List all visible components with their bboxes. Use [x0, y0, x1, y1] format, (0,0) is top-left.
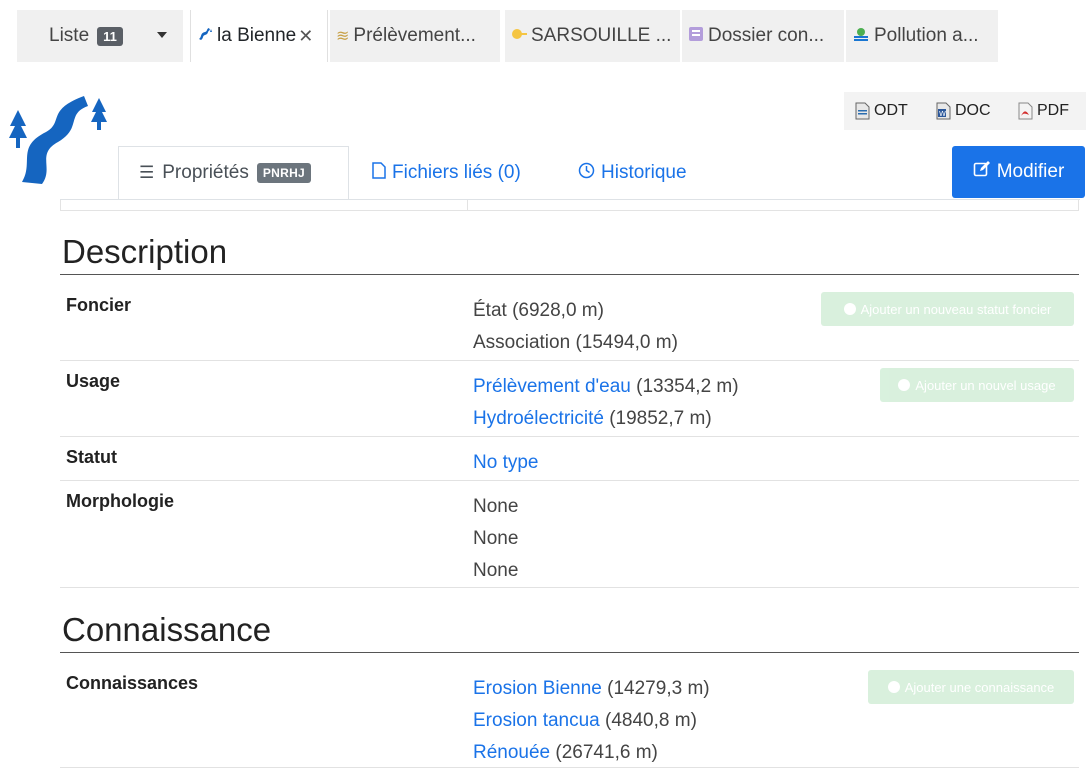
tab-pollution-label: Pollution a... [874, 25, 979, 46]
description-title: Description [62, 233, 228, 270]
export-odt-label: ODT [874, 102, 908, 119]
tab-fichiers-lies[interactable]: Fichiers liés (0) [372, 146, 521, 200]
export-odt-button[interactable]: ODT [854, 93, 908, 129]
modify-label: Modifier [996, 161, 1065, 182]
tab-historique[interactable]: Historique [578, 146, 687, 200]
statut-link[interactable]: No type [473, 452, 538, 473]
tab-dossier[interactable]: Dossier con... [682, 10, 844, 62]
tab-sarsouille-label: SARSOUILLE ... [531, 25, 672, 46]
table-row-usage: Usage Prélèvement d'eau (13354,2 m) Hydr… [60, 361, 1079, 437]
tab-la-bienne[interactable]: la Bienne ✕ [190, 10, 328, 62]
svg-text:W: W [939, 110, 946, 118]
row-values: Erosion Bienne (14279,3 m) Erosion tancu… [473, 673, 710, 769]
app-logo [6, 92, 114, 184]
plus-circle-icon [887, 681, 900, 693]
modify-button[interactable]: Modifier [952, 146, 1085, 198]
value-item: None [473, 528, 519, 549]
tab-prelevement[interactable]: ≋ Prélèvement... [330, 10, 500, 62]
row-label: Foncier [66, 295, 132, 315]
value-item: Hydroélectricité (19852,7 m) [473, 408, 712, 429]
row-label: Usage [66, 371, 121, 391]
row-values: Prélèvement d'eau (13354,2 m) Hydroélect… [473, 371, 739, 435]
connaissance-link[interactable]: Erosion tancua [473, 710, 600, 731]
connaissance-title: Connaissance [62, 611, 272, 648]
row-values: None None None [473, 491, 518, 587]
tab-proprietes[interactable]: ☰ Propriétés PNRHJ [118, 146, 349, 200]
river-icon [197, 27, 213, 46]
row-label: Connaissances [66, 673, 199, 693]
value-item: État (6928,0 m) [473, 300, 604, 321]
list-icon: ☰ [139, 163, 155, 182]
value-item: Erosion Bienne (14279,3 m) [473, 678, 710, 699]
pdf-file-icon [1017, 102, 1033, 120]
table-row-morphologie: Morphologie None None None [60, 481, 1079, 588]
value-item: Rénouée (26741,6 m) [473, 742, 658, 763]
value-item: No type [473, 447, 538, 479]
tab-bar: Liste 11 la Bienne ✕ ≋ Prélèvement... SA… [0, 10, 1090, 62]
value-item: Erosion tancua (4840,8 m) [473, 710, 697, 731]
value-item: Prélèvement d'eau (13354,2 m) [473, 376, 739, 397]
export-pdf-button[interactable]: PDF [1017, 93, 1069, 129]
export-doc-label: DOC [955, 102, 991, 119]
export-doc-button[interactable]: W DOC [935, 93, 991, 129]
doc-file-icon: W [935, 102, 951, 120]
tab-pollution[interactable]: Pollution a... [846, 10, 998, 62]
connaissance-link[interactable]: Erosion Bienne [473, 678, 602, 699]
tab-liste-label: Liste [49, 25, 90, 46]
tab-count-badge: 11 [97, 26, 123, 46]
description-rule [60, 274, 1079, 275]
clock-icon [578, 162, 595, 185]
close-icon[interactable]: ✕ [298, 26, 313, 47]
tab-fichiers-lies-label: Fichiers liés (0) [392, 162, 521, 183]
tab-liste[interactable]: Liste 11 [17, 10, 183, 62]
tab-sarsouille[interactable]: SARSOUILLE ... [505, 10, 680, 62]
tab-proprietes-label: Propriétés [162, 162, 249, 183]
row-label: Statut [66, 447, 117, 467]
value-item: None [473, 496, 519, 517]
value-item: None [473, 560, 519, 581]
plus-circle-icon [843, 303, 856, 315]
tab-dossier-label: Dossier con... [708, 25, 825, 46]
waves-icon: ≋ [336, 28, 350, 45]
file-icon [372, 161, 386, 185]
pollution-icon [852, 26, 870, 47]
table-row-connaissances: Connaissances Erosion Bienne (14279,3 m)… [60, 663, 1079, 768]
row-values: État (6928,0 m) Association (15494,0 m) [473, 295, 678, 359]
caret-down-icon[interactable] [157, 32, 167, 38]
key-icon [511, 27, 527, 46]
structure-badge: PNRHJ [256, 163, 312, 183]
connaissance-link[interactable]: Rénouée [473, 742, 550, 763]
odt-file-icon [854, 102, 870, 120]
table-row-statut: Statut No type [60, 437, 1079, 481]
export-pdf-label: PDF [1037, 102, 1069, 119]
connaissance-rule [60, 652, 1079, 653]
tab-prelevement-label: Prélèvement... [353, 25, 476, 46]
tab-la-bienne-label: la Bienne [217, 25, 297, 46]
add-usage-button[interactable]: Ajouter un nouvel usage [880, 368, 1074, 402]
edit-icon [973, 160, 991, 184]
tab-historique-label: Historique [601, 162, 687, 183]
value-item: Association (15494,0 m) [473, 332, 678, 353]
plus-circle-icon [898, 379, 911, 391]
row-values: No type [473, 447, 538, 479]
usage-link[interactable]: Prélèvement d'eau [473, 376, 631, 397]
add-connaissance-button[interactable]: Ajouter une connaissance [868, 670, 1074, 704]
row-label: Morphologie [66, 491, 174, 511]
folder-icon [688, 26, 704, 47]
add-foncier-button[interactable]: Ajouter un nouveau statut foncier [821, 292, 1074, 326]
table-stub [60, 200, 1079, 211]
table-row-foncier: Foncier État (6928,0 m) Association (154… [60, 285, 1079, 361]
usage-link[interactable]: Hydroélectricité [473, 408, 604, 429]
